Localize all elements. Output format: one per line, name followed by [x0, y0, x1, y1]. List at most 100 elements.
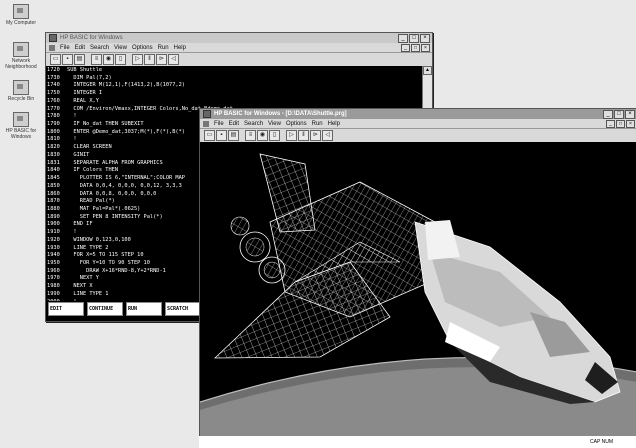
- graphics-title: HP BASIC for Windows - [D:\DATA\Shuttle.…: [214, 111, 347, 117]
- save-icon[interactable]: ▪: [62, 54, 73, 65]
- desktop-icon-my-computer[interactable]: My Computer: [4, 4, 38, 26]
- code-text: SUB Shuttle: [67, 67, 103, 73]
- line-number: 1820: [47, 144, 60, 151]
- hp-basic-icon: [13, 112, 29, 127]
- step-icon[interactable]: ⊳: [156, 54, 167, 65]
- line-number: 1960: [47, 267, 60, 274]
- menu-help[interactable]: Help: [174, 45, 186, 51]
- line-number: 1940: [47, 252, 60, 259]
- graphics-titlebar[interactable]: HP BASIC for Windows - [D:\DATA\Shuttle.…: [200, 109, 636, 119]
- softkey-scratch[interactable]: SCRATCH: [165, 302, 201, 316]
- document-icon[interactable]: [49, 44, 55, 51]
- graphics-toolbar: ▭ ▪ ▤ ≡ ◉ ▯ ▷ ‖ ⊳ ◁: [200, 129, 636, 143]
- run-icon[interactable]: ▷: [286, 130, 297, 141]
- network-icon: [13, 42, 29, 57]
- code-text: CLEAR SCREEN: [67, 144, 112, 151]
- menu-help[interactable]: Help: [328, 121, 340, 127]
- list-icon[interactable]: ≡: [91, 54, 102, 65]
- pause-icon[interactable]: ‖: [298, 130, 309, 141]
- list-icon[interactable]: ≡: [245, 130, 256, 141]
- scroll-up-icon[interactable]: ▲: [423, 66, 432, 75]
- menu-options[interactable]: Options: [132, 45, 153, 51]
- line-number: 1730: [47, 74, 60, 81]
- menu-run[interactable]: Run: [312, 121, 323, 127]
- menu-search[interactable]: Search: [244, 121, 263, 127]
- menu-edit[interactable]: Edit: [75, 45, 85, 51]
- step-icon[interactable]: ⊳: [310, 130, 321, 141]
- minimize-button[interactable]: _: [398, 34, 408, 43]
- keyboard-indicators: CAP NUM: [590, 439, 613, 445]
- menu-search[interactable]: Search: [90, 45, 109, 51]
- desktop-icon-label: My Computer: [5, 20, 36, 26]
- find-icon[interactable]: ◉: [103, 54, 114, 65]
- computer-icon: [13, 4, 29, 19]
- code-text: !: [67, 136, 77, 143]
- softkey-continue[interactable]: CONTINUE: [87, 302, 123, 316]
- code-text: FOR Y=10 TO 90 STEP 10: [67, 259, 150, 266]
- pause-icon[interactable]: ‖: [144, 54, 155, 65]
- menu-file[interactable]: File: [60, 45, 70, 51]
- minimize-button[interactable]: _: [603, 110, 613, 119]
- softkey-run[interactable]: RUN: [126, 302, 162, 316]
- menu-view[interactable]: View: [268, 121, 281, 127]
- run-icon[interactable]: ▷: [132, 54, 143, 65]
- mdi-restore-button[interactable]: □: [411, 44, 420, 52]
- code-text: IF No_dat THEN SUBEXIT: [67, 121, 144, 128]
- code-line[interactable]: 1760 REAL X,Y: [46, 98, 423, 106]
- mdi-minimize-button[interactable]: _: [401, 44, 410, 52]
- softkey-edit[interactable]: EDIT: [48, 302, 84, 316]
- line-number: 1770: [47, 105, 60, 112]
- mdi-restore-button[interactable]: □: [616, 120, 625, 128]
- graphics-window[interactable]: HP BASIC for Windows - [D:\DATA\Shuttle.…: [199, 108, 636, 437]
- find-icon[interactable]: ◉: [257, 130, 268, 141]
- desktop-icon-recycle-bin[interactable]: Recycle Bin: [4, 80, 38, 102]
- save-icon[interactable]: ▪: [216, 130, 227, 141]
- print-icon[interactable]: ▤: [74, 54, 85, 65]
- menu-view[interactable]: View: [114, 45, 127, 51]
- close-button[interactable]: ×: [625, 110, 635, 119]
- desktop-icon-network[interactable]: Network Neighborhood: [4, 42, 38, 70]
- code-text: LINE TYPE 2: [67, 244, 109, 251]
- document-icon[interactable]: [203, 120, 209, 127]
- code-text: PLOTTER IS 6,"INTERNAL";COLOR MAP: [67, 175, 185, 182]
- editor-title: HP BASIC for Windows: [60, 35, 123, 41]
- desktop-icon-hp-basic[interactable]: HP BASIC for Windows: [4, 112, 38, 140]
- mdi-close-button[interactable]: ×: [421, 44, 430, 52]
- menu-run[interactable]: Run: [158, 45, 169, 51]
- code-text: END IF: [67, 221, 93, 228]
- app-icon: [49, 34, 57, 42]
- close-button[interactable]: ×: [420, 34, 430, 43]
- graphics-canvas[interactable]: [200, 142, 636, 436]
- line-number: 1720: [47, 67, 60, 73]
- open-icon[interactable]: ▭: [50, 54, 61, 65]
- mdi-minimize-button[interactable]: _: [606, 120, 615, 128]
- code-line[interactable]: 1730 DIM Pal(7,2): [46, 75, 423, 83]
- menu-file[interactable]: File: [214, 121, 224, 127]
- code-text: MAT Pal=Pal*(.0625): [67, 205, 141, 212]
- code-line[interactable]: 1740 INTEGER M(12,1),F(1413,2),B(1077,2): [46, 82, 423, 90]
- replace-icon[interactable]: ▯: [115, 54, 126, 65]
- editor-titlebar[interactable]: HP BASIC for Windows _ □ ×: [46, 33, 432, 43]
- maximize-button[interactable]: □: [409, 34, 419, 43]
- graphics-menubar: File Edit Search View Options Run Help _…: [200, 119, 636, 129]
- maximize-button[interactable]: □: [614, 110, 624, 119]
- status-bar: CAP NUM: [199, 436, 636, 448]
- line-number: 1870: [47, 198, 60, 205]
- line-number: 1845: [47, 175, 60, 182]
- replace-icon[interactable]: ▯: [269, 130, 280, 141]
- menu-options[interactable]: Options: [286, 121, 307, 127]
- mdi-close-button[interactable]: ×: [626, 120, 635, 128]
- stop-icon[interactable]: ◁: [168, 54, 179, 65]
- line-number: 1990: [47, 290, 60, 297]
- line-number: 1850: [47, 182, 60, 189]
- recycle-bin-icon: [13, 80, 29, 95]
- menu-edit[interactable]: Edit: [229, 121, 239, 127]
- code-text: FOR X=5 TO 115 STEP 10: [67, 252, 144, 259]
- open-icon[interactable]: ▭: [204, 130, 215, 141]
- code-line[interactable]: 1720 SUB Shuttle: [46, 67, 423, 75]
- code-text: DRAW X+16*RND-8,Y+2*RND-1: [67, 267, 166, 274]
- editor-toolbar: ▭ ▪ ▤ ≡ ◉ ▯ ▷ ‖ ⊳ ◁: [46, 53, 432, 67]
- stop-icon[interactable]: ◁: [322, 130, 333, 141]
- print-icon[interactable]: ▤: [228, 130, 239, 141]
- code-line[interactable]: 1750 INTEGER I: [46, 90, 423, 98]
